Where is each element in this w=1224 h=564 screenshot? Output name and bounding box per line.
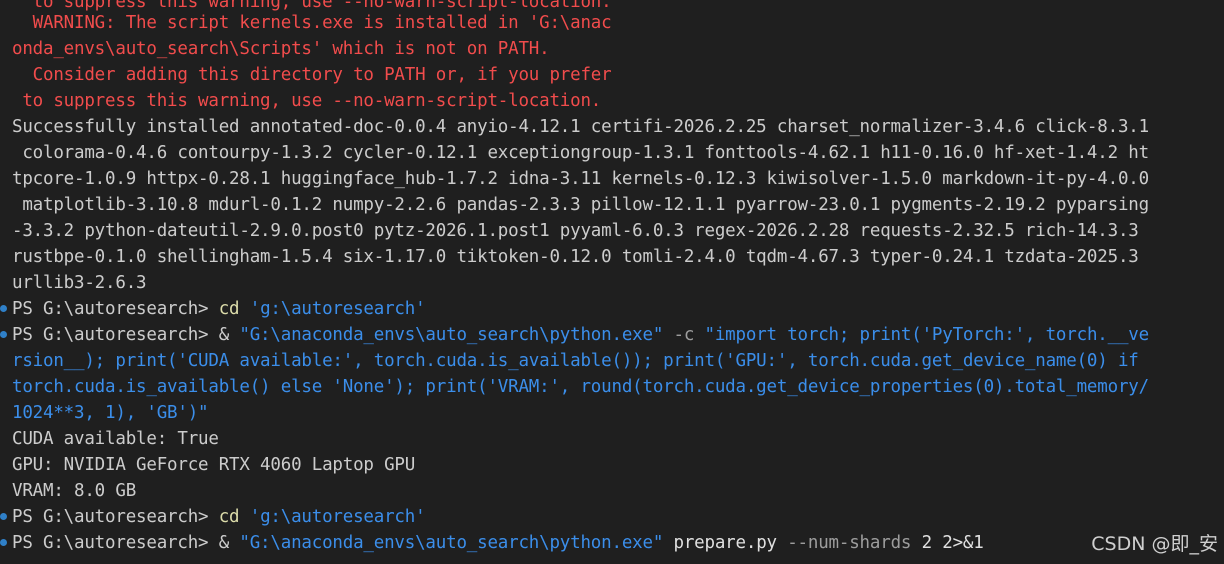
- install-output-line: matplotlib-3.10.8 mdurl-0.1.2 numpy-2.2.…: [12, 195, 1149, 215]
- prompt: PS G:\autoresearch>: [12, 507, 219, 527]
- executable-path: "G:\anaconda_envs\auto_search\python.exe…: [239, 533, 664, 553]
- call-operator: &: [218, 533, 240, 553]
- result-line: GPU: NVIDIA GeForce RTX 4060 Laptop GPU: [12, 455, 416, 475]
- install-output-line: urllib3-2.6.3: [12, 273, 147, 293]
- command-line: PS G:\autoresearch> cd 'g:\autoresearch': [12, 296, 426, 322]
- prompt: PS G:\autoresearch>: [12, 533, 219, 553]
- command-line: PS G:\autoresearch> cd 'g:\autoresearch': [12, 504, 426, 530]
- python-code: "import torch; print('PyTorch:', torch._…: [704, 325, 1150, 345]
- command-decoration-dot[interactable]: [0, 331, 7, 338]
- result-line: CUDA available: True: [12, 429, 219, 449]
- command-argument: 'g:\autoresearch': [249, 299, 426, 319]
- csdn-watermark: CSDN @即_安: [1091, 533, 1218, 555]
- command-decoration-dot[interactable]: [0, 539, 7, 546]
- command-decoration-dot[interactable]: [0, 513, 7, 520]
- prompt: PS G:\autoresearch>: [12, 299, 219, 319]
- install-output-line: rustbpe-0.1.0 shellingham-1.5.4 six-1.17…: [12, 247, 1139, 267]
- prompt: PS G:\autoresearch>: [12, 325, 219, 345]
- executable-path: "G:\anaconda_envs\auto_search\python.exe…: [239, 325, 664, 345]
- command-flag: --num-shards: [776, 533, 912, 553]
- call-operator: &: [218, 325, 240, 345]
- install-output-line: -3.3.2 python-dateutil-2.9.0.post0 pytz-…: [12, 221, 1139, 241]
- command-line: PS G:\autoresearch> & "G:\anaconda_envs\…: [12, 322, 1149, 348]
- command-keyword: cd: [218, 299, 240, 319]
- command-keyword: cd: [218, 507, 240, 527]
- python-code-continuation: rsion__); print('CUDA available:', torch…: [12, 351, 1139, 371]
- python-code-continuation: 1024**3, 1), 'GB')": [12, 403, 209, 423]
- command-flag: -c: [663, 325, 705, 345]
- warning-line: onda_envs\auto_search\Scripts' which is …: [12, 39, 550, 59]
- warning-line: WARNING: The script kernels.exe is insta…: [12, 13, 612, 33]
- python-code-continuation: torch.cuda.is_available() else 'None'); …: [12, 377, 1149, 397]
- install-output-line: tpcore-1.0.9 httpx-0.28.1 huggingface_hu…: [12, 169, 1149, 189]
- command-rest: 2 2>&1: [911, 533, 984, 553]
- result-line: VRAM: 8.0 GB: [12, 481, 137, 501]
- terminal-panel[interactable]: to suppress this warning, use --no-warn-…: [0, 0, 1224, 564]
- warning-line: Consider adding this directory to PATH o…: [12, 65, 612, 85]
- install-output-line: Successfully installed annotated-doc-0.0…: [12, 117, 1149, 137]
- command-line: PS G:\autoresearch> & "G:\anaconda_envs\…: [12, 530, 984, 556]
- command-argument: 'g:\autoresearch': [249, 507, 426, 527]
- warning-line: to suppress this warning, use --no-warn-…: [12, 91, 602, 111]
- command-decoration-dot[interactable]: [0, 305, 7, 312]
- install-output-line: colorama-0.4.6 contourpy-1.3.2 cycler-0.…: [12, 143, 1149, 163]
- script-name: prepare.py: [663, 533, 778, 553]
